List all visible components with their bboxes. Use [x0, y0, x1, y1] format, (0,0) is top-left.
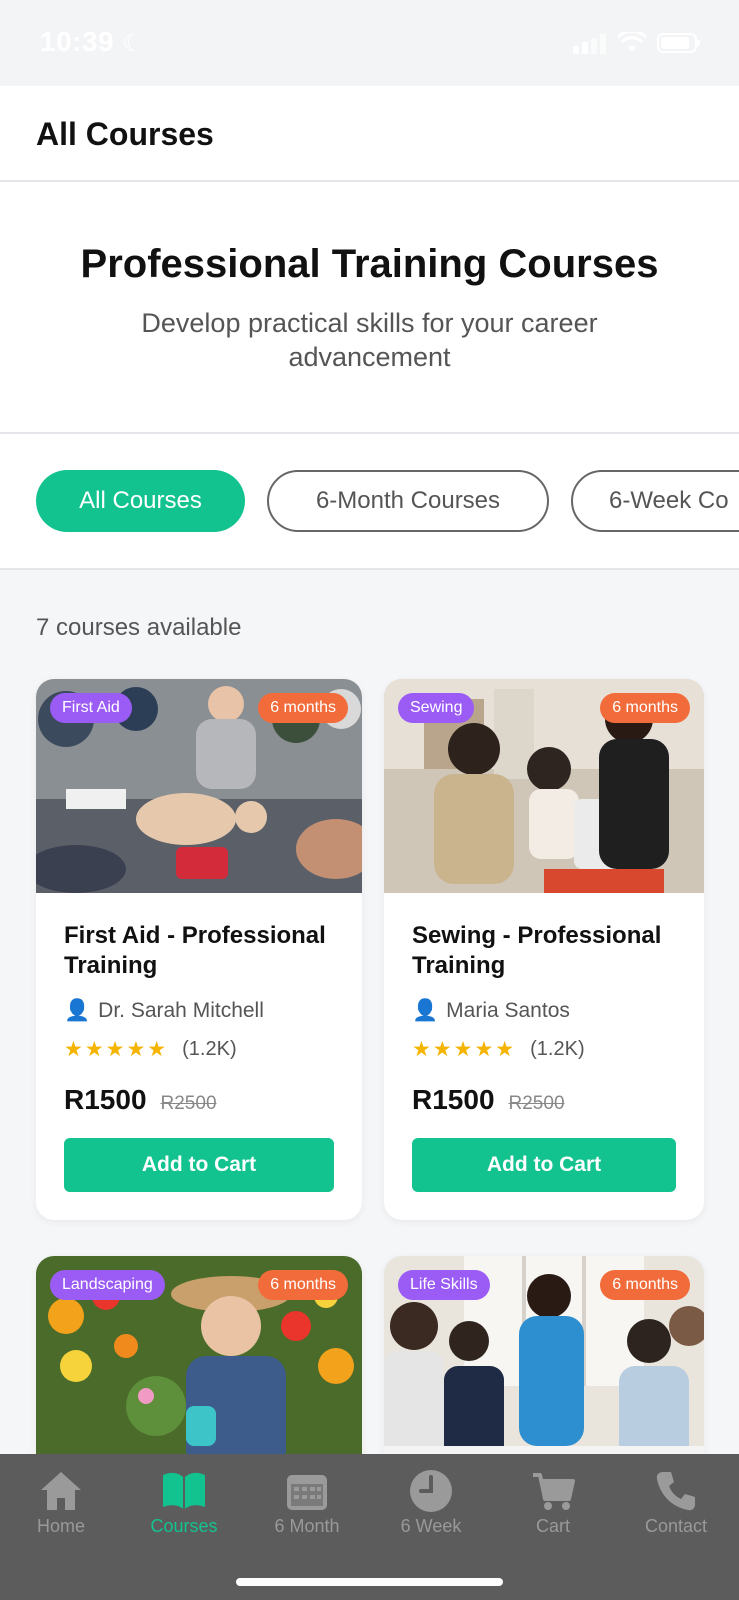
tab-courses[interactable]: Courses: [129, 1466, 239, 1537]
tab-6-week[interactable]: 6 Week: [376, 1466, 486, 1537]
tab-label: Cart: [535, 1516, 570, 1536]
instructor-name: Dr. Sarah Mitchell: [98, 999, 264, 1022]
duration-badge: 6 months: [600, 1270, 690, 1300]
home-indicator[interactable]: [236, 1578, 503, 1586]
star-rating-icon: ★★★★★: [64, 1038, 169, 1061]
category-badge: Life Skills: [398, 1270, 490, 1300]
duration-badge: 6 months: [258, 1270, 348, 1300]
course-image-first-aid: First Aid 6 months: [36, 679, 362, 893]
person-icon: 👤: [64, 999, 91, 1022]
home-icon: [6, 1466, 116, 1516]
instructor: 👤 Maria Santos: [412, 999, 676, 1023]
person-icon: 👤: [412, 999, 439, 1022]
filter-bar: All Courses 6-Month Courses 6-Week Co: [0, 434, 739, 570]
tab-contact[interactable]: Contact: [621, 1466, 731, 1537]
price: R1500: [64, 1084, 147, 1115]
old-price: R2500: [160, 1093, 217, 1114]
app-header: All Courses: [0, 86, 739, 182]
rating-count: (1.2K): [530, 1038, 585, 1060]
rating-count: (1.2K): [182, 1038, 237, 1060]
hero-subtitle: Develop practical skills for your career…: [141, 308, 598, 372]
filter-all-courses[interactable]: All Courses: [36, 470, 245, 532]
cart-icon: [498, 1466, 608, 1516]
rating: ★★★★★ (1.2K): [64, 1037, 334, 1062]
status-icons: [573, 32, 701, 54]
category-badge: Landscaping: [50, 1270, 165, 1300]
star-rating-icon: ★★★★★: [412, 1038, 517, 1061]
price-row: R1500 R2500: [64, 1084, 334, 1116]
book-icon: [129, 1466, 239, 1516]
status-time: 10:39 ☾: [40, 26, 145, 57]
course-count: 7 courses available: [36, 614, 242, 641]
category-badge: First Aid: [50, 693, 132, 723]
tab-label: 6 Month: [274, 1516, 340, 1536]
calendar-icon: [252, 1466, 362, 1516]
page-title: All Courses: [36, 116, 214, 152]
phone-icon: [621, 1466, 731, 1516]
rating: ★★★★★ (1.2K): [412, 1037, 676, 1062]
clock-icon: [376, 1466, 486, 1516]
course-card[interactable]: Life Skills 6 months: [384, 1256, 704, 1476]
course-card[interactable]: First Aid 6 months First Aid - Professio…: [36, 679, 362, 1220]
duration-badge: 6 months: [258, 693, 348, 723]
course-card[interactable]: Sewing 6 months Sewing - Professional Tr…: [384, 679, 704, 1220]
course-image-life-skills: Life Skills 6 months: [384, 1256, 704, 1470]
course-title[interactable]: First Aid - Professional Training: [64, 921, 334, 981]
old-price: R2500: [508, 1093, 565, 1114]
instructor: 👤 Dr. Sarah Mitchell: [64, 999, 334, 1023]
status-bar: 10:39 ☾: [0, 0, 739, 86]
category-badge: Sewing: [398, 693, 475, 723]
tab-label: Contact: [644, 1516, 708, 1536]
hero-title: Professional Training Courses: [80, 242, 659, 286]
price-row: R1500 R2500: [412, 1084, 676, 1116]
add-to-cart-button[interactable]: Add to Cart: [64, 1138, 334, 1192]
course-image-landscaping: Landscaping 6 months: [36, 1256, 362, 1470]
wifi-icon: [617, 32, 647, 52]
course-image-sewing: Sewing 6 months: [384, 679, 704, 893]
tab-label: 6 Week: [400, 1516, 462, 1536]
filter-6-week-courses[interactable]: 6-Week Co: [571, 470, 739, 532]
course-title[interactable]: Sewing - Professional Training: [412, 921, 676, 981]
instructor-name: Maria Santos: [446, 999, 570, 1022]
course-card[interactable]: Landscaping 6 months: [36, 1256, 362, 1476]
tab-label: Home: [36, 1516, 85, 1536]
duration-badge: 6 months: [600, 693, 690, 723]
tab-home[interactable]: Home: [6, 1466, 116, 1537]
price: R1500: [412, 1084, 495, 1115]
tab-6-month[interactable]: 6 Month: [252, 1466, 362, 1537]
tab-cart[interactable]: Cart: [498, 1466, 608, 1537]
filter-6-month-courses[interactable]: 6-Month Courses: [267, 470, 549, 532]
add-to-cart-button[interactable]: Add to Cart: [412, 1138, 676, 1192]
battery-icon: [657, 33, 700, 53]
tab-label: Courses: [150, 1516, 218, 1536]
hero-section: Professional Training Courses Develop pr…: [0, 182, 739, 434]
signal-icon: [573, 34, 606, 54]
